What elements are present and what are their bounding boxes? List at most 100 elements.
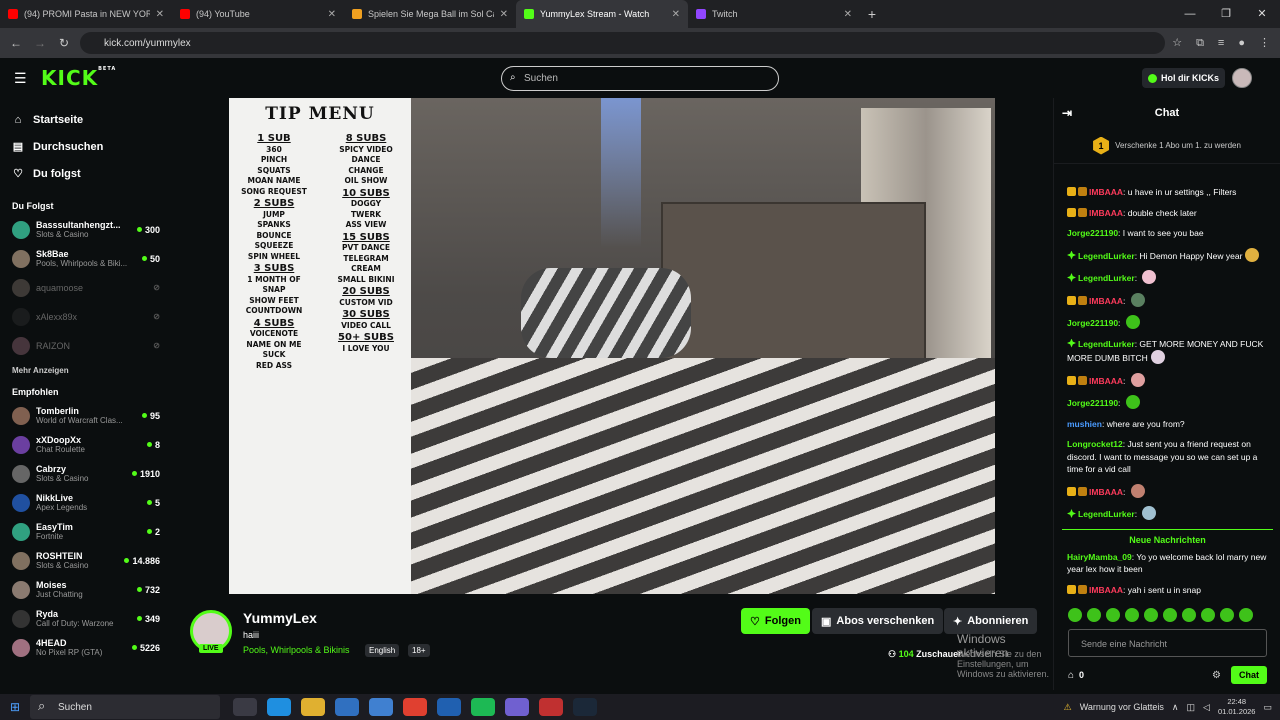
browser-tab[interactable]: YummyLex Stream - Watch ✕ xyxy=(516,0,688,28)
file-explorer-icon[interactable] xyxy=(301,698,325,716)
close-tab-icon[interactable]: ✕ xyxy=(500,9,508,20)
emote-icon[interactable] xyxy=(1125,608,1139,622)
spotify-icon[interactable] xyxy=(471,698,495,716)
restore-icon[interactable]: ❐ xyxy=(1208,0,1244,28)
task-view-icon[interactable] xyxy=(233,698,257,716)
channel-item[interactable]: RAIZON ⊘ xyxy=(0,331,170,360)
close-tab-icon[interactable]: ✕ xyxy=(844,9,852,20)
network-icon[interactable]: ◫ xyxy=(1187,702,1196,713)
browser-tab[interactable]: Twitch ✕ xyxy=(688,0,860,28)
channel-item[interactable]: Ryda Call of Duty: Warzone 349 xyxy=(0,604,170,633)
emote-icon[interactable] xyxy=(1201,608,1215,622)
emote-icon[interactable] xyxy=(1068,608,1082,622)
chat-username[interactable]: LegendLurker xyxy=(1078,273,1135,283)
menu-dots-icon[interactable]: ⋮ xyxy=(1259,28,1270,58)
chat-username[interactable]: Jorge221190 xyxy=(1067,228,1118,238)
channel-item[interactable]: aquamoose ⊘ xyxy=(0,273,170,302)
hamburger-menu-icon[interactable]: ☰ xyxy=(14,70,27,87)
chat-username[interactable]: IMBAAA xyxy=(1089,487,1123,497)
subscribe-button[interactable]: ✦ Abonnieren xyxy=(944,608,1038,634)
channel-item[interactable]: Cabrzy Slots & Casino 1910 xyxy=(0,459,170,488)
media-icon[interactable]: ≡ xyxy=(1218,28,1224,58)
app-icon[interactable] xyxy=(539,698,563,716)
volume-icon[interactable]: ◁ xyxy=(1203,702,1210,713)
chat-username[interactable]: IMBAAA xyxy=(1089,208,1123,218)
video-editor-icon[interactable] xyxy=(437,698,461,716)
chat-username[interactable]: Jorge221190 xyxy=(1067,398,1118,408)
mail-icon[interactable] xyxy=(335,698,359,716)
chat-username[interactable]: HairyMamba_09 xyxy=(1067,552,1132,562)
windows-start-icon[interactable]: ⊞ xyxy=(0,700,30,714)
minimize-icon[interactable]: — xyxy=(1172,0,1208,28)
send-chat-button[interactable]: Chat xyxy=(1231,666,1267,684)
chat-username[interactable]: Jorge221190 xyxy=(1067,318,1118,328)
store-icon[interactable] xyxy=(369,698,393,716)
weather-warning[interactable]: Warnung vor Glatteis xyxy=(1080,702,1164,712)
get-kicks-button[interactable]: Hol dir KICKs xyxy=(1142,68,1226,88)
tag-language[interactable]: English xyxy=(365,644,400,657)
close-window-icon[interactable]: ✕ xyxy=(1244,0,1280,28)
channel-item[interactable]: EasyTim Fortnite 2 xyxy=(0,517,170,546)
chat-username[interactable]: LegendLurker xyxy=(1078,251,1135,261)
steam-icon[interactable] xyxy=(573,698,597,716)
tag-age[interactable]: 18+ xyxy=(408,644,430,657)
stream-category-link[interactable]: Pools, Whirlpools & Bikinis xyxy=(243,645,350,655)
sidebar-nav-item[interactable]: ▤ Durchsuchen xyxy=(12,133,158,160)
notifications-icon[interactable]: ▭ xyxy=(1263,702,1272,713)
show-more-link[interactable]: Mehr Anzeigen xyxy=(0,360,170,381)
close-tab-icon[interactable]: ✕ xyxy=(156,9,164,20)
channel-item[interactable]: NikkLive Apex Legends 5 xyxy=(0,488,170,517)
sidebar-nav-item[interactable]: ♡ Du folgst xyxy=(12,160,158,187)
chrome-icon[interactable] xyxy=(403,698,427,716)
forward-icon[interactable]: → xyxy=(28,36,52,50)
channel-item[interactable]: Moises Just Chatting 732 xyxy=(0,575,170,604)
chat-username[interactable]: IMBAAA xyxy=(1089,376,1123,386)
taskbar-search[interactable]: Suchen xyxy=(30,695,220,719)
video-player[interactable]: TIP MENU 1 SUB 360 PINCH SQUATS MOAN NAME SON… xyxy=(229,98,995,594)
chat-username[interactable]: LegendLurker xyxy=(1078,339,1135,349)
profile-icon[interactable]: ● xyxy=(1238,28,1245,58)
discord-icon[interactable] xyxy=(505,698,529,716)
channel-item[interactable]: Tomberlin World of Warcraft Clas... 95 xyxy=(0,401,170,430)
sidebar-nav-item[interactable]: ⌂ Startseite xyxy=(12,106,158,133)
points-icon[interactable]: ⌂ xyxy=(1068,670,1074,681)
channel-item[interactable]: Basssultanhengzt... Slots & Casino 300 xyxy=(0,215,170,244)
kick-logo[interactable]: KICKBETA xyxy=(41,66,116,90)
gear-icon[interactable]: ⚙ xyxy=(1212,670,1221,681)
chat-input[interactable]: Sende eine Nachricht xyxy=(1068,629,1267,657)
tray-chevron-icon[interactable]: ∧ xyxy=(1172,702,1179,713)
browser-tab[interactable]: (94) PROMI Pasta in NEW YORK ✕ xyxy=(0,0,172,28)
emote-icon[interactable] xyxy=(1106,608,1120,622)
chat-username[interactable]: IMBAAA xyxy=(1089,585,1123,595)
chat-username[interactable]: IMBAAA xyxy=(1089,296,1123,306)
browser-tab[interactable]: Spielen Sie Mega Ball im Sol Ca ✕ xyxy=(344,0,516,28)
chat-username[interactable]: mushien xyxy=(1067,419,1102,429)
chat-message-list[interactable]: IMBAAA: u have in ur settings ,, Filters… xyxy=(1054,182,1280,602)
emote-icon[interactable] xyxy=(1220,608,1234,622)
close-tab-icon[interactable]: ✕ xyxy=(328,9,336,20)
pinned-gift-banner[interactable]: 1 Verschenke 1 Abo um 1. zu werden xyxy=(1054,128,1280,164)
emote-icon[interactable] xyxy=(1239,608,1253,622)
close-tab-icon[interactable]: ✕ xyxy=(672,9,680,20)
chat-username[interactable]: Longrocket12 xyxy=(1067,439,1123,449)
emote-icon[interactable] xyxy=(1163,608,1177,622)
collapse-chat-icon[interactable]: ⇥ xyxy=(1062,98,1072,128)
url-field[interactable]: kick.com/yummylex xyxy=(80,32,1165,54)
extensions-icon[interactable]: ⧉ xyxy=(1196,28,1204,58)
emote-icon[interactable] xyxy=(1144,608,1158,622)
channel-item[interactable]: Sk8Bae Pools, Whirlpools & Biki... 50 xyxy=(0,244,170,273)
chat-username[interactable]: IMBAAA xyxy=(1089,187,1123,197)
follow-button[interactable]: ♡ Folgen xyxy=(741,608,810,634)
edge-icon[interactable] xyxy=(267,698,291,716)
bookmark-star-icon[interactable]: ☆ xyxy=(1172,28,1182,58)
channel-item[interactable]: xXDoopXx Chat Roulette 8 xyxy=(0,430,170,459)
streamer-name[interactable]: YummyLex xyxy=(243,610,317,626)
search-input[interactable]: ⌕ Suchen xyxy=(501,66,779,91)
back-icon[interactable]: ← xyxy=(4,36,28,50)
gift-subs-button[interactable]: ▣ Abos verschenken xyxy=(812,608,944,634)
emote-icon[interactable] xyxy=(1182,608,1196,622)
user-avatar[interactable] xyxy=(1232,68,1252,88)
new-tab-icon[interactable]: + xyxy=(860,0,884,28)
emote-icon[interactable] xyxy=(1087,608,1101,622)
channel-item[interactable]: ROSHTEIN Slots & Casino 14.886 xyxy=(0,546,170,575)
